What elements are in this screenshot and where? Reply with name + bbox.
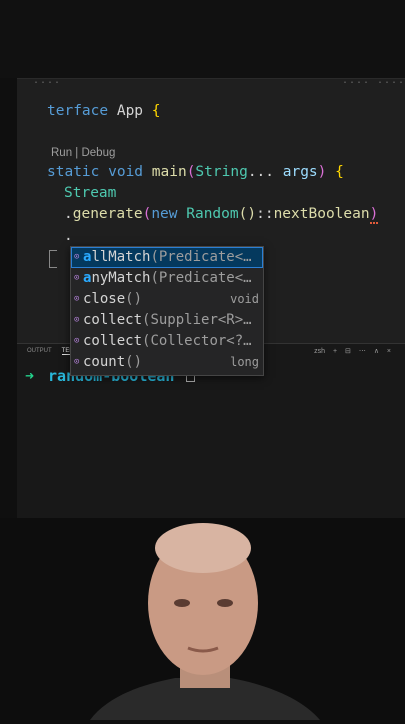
terminal-shell-label[interactable]: zsh [314,348,325,355]
method-icon: ⊙ [74,294,80,304]
code-line-3[interactable]: Stream [64,185,116,201]
code-line-2[interactable]: static void main(String... args) { [47,164,344,180]
maximize-panel-icon[interactable]: ∧ [374,348,379,355]
split-terminal-icon[interactable]: ⊟ [345,348,351,355]
method-icon: ⊙ [74,252,80,262]
presenter-silhouette [90,523,320,720]
suggestion-item[interactable]: ⊙ collect(Supplier<R>… [71,310,263,331]
autocomplete-suggestion-list[interactable]: ⊙ allMatch(Predicate<… ⊙ anyMatch(Predic… [70,246,264,376]
code-line-1[interactable]: terface App { [47,103,161,119]
prompt-arrow-icon: ➜ [25,367,35,385]
codelens-run-debug[interactable]: Run | Debug [51,147,115,159]
suggestion-item[interactable]: ⊙ allMatch(Predicate<… [71,247,263,268]
bracket-match-marker [49,250,57,268]
tab-marker: .... [377,75,405,86]
suggestion-item[interactable]: ⊙ count() long [71,352,263,373]
close-panel-icon[interactable]: × [387,348,391,355]
code-line-4[interactable]: .generate(new Random()::nextBoolean) [64,206,379,224]
code-line-5[interactable]: . [64,228,73,244]
method-icon: ⊙ [74,336,80,346]
more-actions-icon[interactable]: ⋯ [359,348,366,355]
panel-controls: zsh + ⊟ ⋯ ∧ × [308,347,391,355]
method-icon: ⊙ [74,315,80,325]
method-icon: ⊙ [74,273,80,283]
tab-marker: .... [33,75,62,86]
suggestion-item[interactable]: ⊙ close() void [71,289,263,310]
suggestion-item[interactable]: ⊙ collect(Collector<?… [71,331,263,352]
tab-marker: .... [342,75,371,86]
presenter-webcam-area [0,518,405,720]
method-icon: ⊙ [74,357,80,367]
tab-output[interactable]: OUTPUT [27,348,52,354]
video-top-band [0,0,405,78]
new-terminal-icon[interactable]: + [333,348,337,355]
suggestion-item[interactable]: ⊙ anyMatch(Predicate<… [71,268,263,289]
